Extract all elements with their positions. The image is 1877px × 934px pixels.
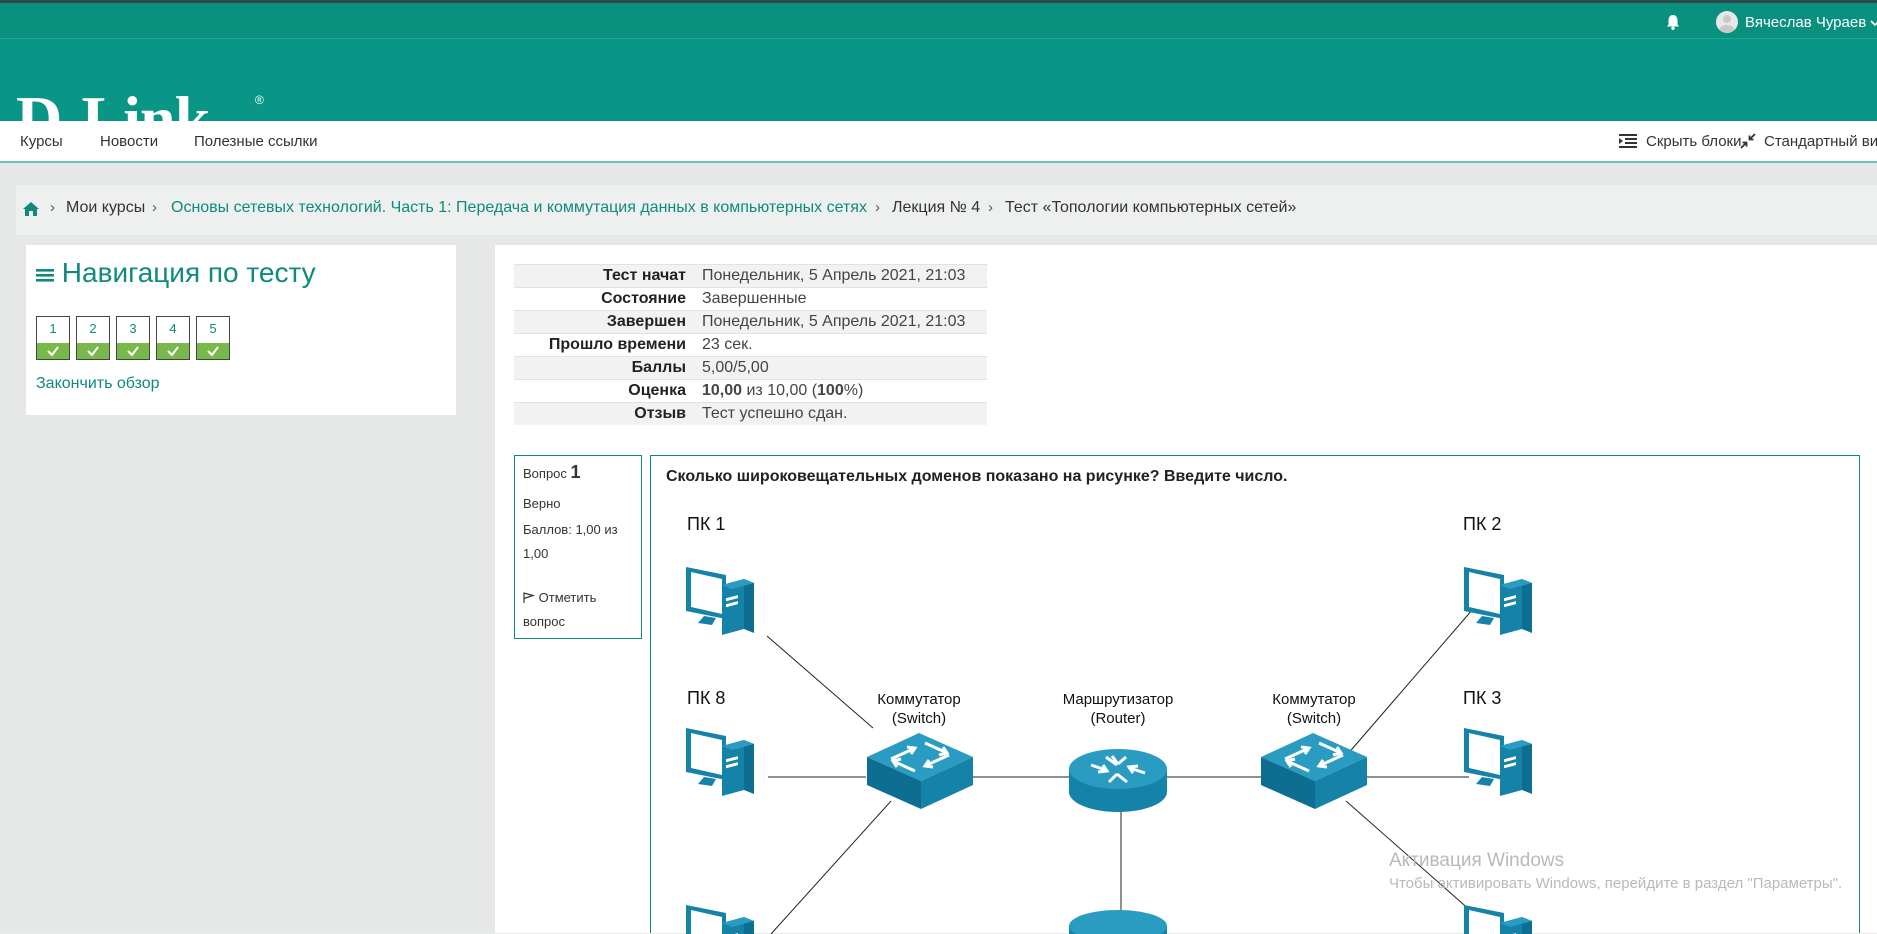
router-name: Маршрутизатор bbox=[1062, 691, 1174, 708]
summary-value: 5,00/5,00 bbox=[694, 356, 987, 380]
breadcrumb-separator: › bbox=[152, 199, 157, 216]
logo-bar: D-Link ® bbox=[0, 38, 1877, 151]
pc2-label: ПК 2 bbox=[1463, 514, 1502, 534]
user-bar: Вячеслав Чураев bbox=[0, 3, 1877, 38]
windows-activation-title: Активация Windows bbox=[1389, 850, 1565, 871]
hide-blocks-icon[interactable] bbox=[1619, 133, 1637, 149]
summary-row: Завершен Понедельник, 5 Апрель 2021, 21:0… bbox=[514, 310, 987, 334]
finish-review-link[interactable]: Закончить обзор bbox=[36, 375, 160, 393]
user-menu[interactable]: Вячеслав Чураев bbox=[1745, 14, 1877, 31]
summary-label: Оценка bbox=[514, 379, 694, 403]
correct-check-icon bbox=[77, 343, 109, 359]
summary-value: 23 сек. bbox=[694, 333, 987, 357]
grade-of: из 10,00 ( bbox=[742, 382, 818, 399]
compress-icon[interactable] bbox=[1740, 133, 1756, 149]
breadcrumb-separator: › bbox=[50, 199, 55, 216]
switch-right-name: Коммутатор bbox=[1272, 691, 1356, 708]
summary-value: Понедельник, 5 Апрель 2021, 21:03 bbox=[694, 310, 987, 334]
switch-right-type: (Switch) bbox=[1286, 710, 1342, 727]
quiz-nav-question-2[interactable]: 2 bbox=[76, 316, 110, 360]
summary-row: Оценка 10,00 из 10,00 (100%) bbox=[514, 379, 987, 403]
question-number: 3 bbox=[129, 321, 137, 336]
breadcrumb: › Мои курсы › Основы сетевых технологий.… bbox=[16, 185, 1877, 235]
bell-icon[interactable] bbox=[1664, 13, 1682, 31]
windows-activation-text: Чтобы активировать Windows, перейдите в … bbox=[1389, 875, 1843, 892]
quiz-nav-question-5[interactable]: 5 bbox=[196, 316, 230, 360]
chevron-down-icon bbox=[1870, 20, 1877, 27]
switch-left-label: Коммутатор (Switch) bbox=[859, 690, 979, 728]
summary-label: Состояние bbox=[514, 287, 694, 311]
breadcrumb-separator: › bbox=[875, 199, 880, 216]
flag-question[interactable]: Отметить вопрос bbox=[523, 586, 633, 634]
nav-item-courses[interactable]: Курсы bbox=[20, 133, 63, 150]
question-number: 1 bbox=[49, 321, 57, 336]
summary-row: Отзыв Тест успешно сдан. bbox=[514, 402, 987, 425]
breadcrumb-test[interactable]: Тест «Топологии компьютерных сетей» bbox=[1005, 199, 1296, 217]
pc1-label: ПК 1 bbox=[687, 514, 726, 534]
correct-check-icon bbox=[37, 343, 69, 359]
home-icon[interactable] bbox=[22, 201, 40, 217]
summary-row: Прошло времени 23 сек. bbox=[514, 333, 987, 357]
quiz-navigation-title-text: Навигация по тесту bbox=[61, 257, 316, 288]
router-bottom-icon bbox=[1069, 910, 1167, 934]
nav-item-news[interactable]: Новости bbox=[100, 133, 158, 150]
menu-icon bbox=[36, 269, 54, 282]
question-label: Вопрос bbox=[523, 466, 567, 481]
flag-icon bbox=[523, 592, 536, 603]
nav-item-useful-links[interactable]: Полезные ссылки bbox=[194, 133, 318, 150]
standard-view-button[interactable]: Стандартный вид bbox=[1764, 133, 1877, 150]
quiz-navigation-title: Навигация по тесту bbox=[36, 257, 316, 289]
question-number-line: Вопрос 1 bbox=[523, 462, 581, 483]
attempt-summary-table: Тест начат Понедельник, 5 Апрель 2021, 21… bbox=[514, 264, 987, 425]
question-info-box: Вопрос 1 Верно Баллов: 1,00 из 1,00 Отме… bbox=[514, 455, 642, 639]
switch-left-type: (Switch) bbox=[891, 710, 947, 727]
summary-row: Тест начат Понедельник, 5 Апрель 2021, 21… bbox=[514, 264, 987, 288]
breadcrumb-separator: › bbox=[988, 199, 993, 216]
switch-left-name: Коммутатор bbox=[877, 691, 961, 708]
correct-check-icon bbox=[197, 343, 229, 359]
hide-blocks-button[interactable]: Скрыть блоки bbox=[1646, 133, 1742, 150]
breadcrumb-my-courses[interactable]: Мои курсы bbox=[66, 199, 145, 217]
question-points: Баллов: 1,00 из 1,00 bbox=[523, 522, 618, 561]
summary-value: Понедельник, 5 Апрель 2021, 21:03 bbox=[694, 264, 987, 288]
question-number: 5 bbox=[209, 321, 217, 336]
grade-percent: 100 bbox=[817, 382, 844, 399]
summary-label: Прошло времени bbox=[514, 333, 694, 357]
summary-label: Завершен bbox=[514, 310, 694, 334]
main-nav: Курсы Новости Полезные ссылки Скрыть бло… bbox=[0, 121, 1877, 163]
correct-check-icon bbox=[157, 343, 189, 359]
question-number: 2 bbox=[89, 321, 97, 336]
router-type: (Router) bbox=[1090, 710, 1146, 727]
pc8-label: ПК 8 bbox=[687, 688, 726, 708]
summary-label: Тест начат bbox=[514, 264, 694, 288]
pc3-label: ПК 3 bbox=[1463, 688, 1502, 708]
grade-value: 10,00 bbox=[702, 382, 743, 399]
summary-label: Отзыв bbox=[514, 402, 694, 425]
router-icon bbox=[1069, 749, 1167, 812]
summary-row: Баллы 5,00/5,00 bbox=[514, 356, 987, 380]
breadcrumb-course[interactable]: Основы сетевых технологий. Часть 1: Пере… bbox=[171, 199, 867, 217]
router-label: Маршрутизатор (Router) bbox=[1048, 690, 1188, 728]
question-number: 4 bbox=[169, 321, 177, 336]
question-number: 1 bbox=[570, 462, 581, 482]
question-status: Верно bbox=[523, 496, 561, 511]
summary-value: Тест успешно сдан. bbox=[694, 402, 987, 425]
summary-row: Состояние Завершенные bbox=[514, 287, 987, 311]
quiz-nav-question-3[interactable]: 3 bbox=[116, 316, 150, 360]
quiz-navigation-block: Навигация по тесту 1 2 3 4 5 Закончить о… bbox=[26, 245, 456, 415]
summary-label: Баллы bbox=[514, 356, 694, 380]
switch-right-label: Коммутатор (Switch) bbox=[1254, 690, 1374, 728]
avatar[interactable] bbox=[1716, 11, 1738, 33]
quiz-nav-question-4[interactable]: 4 bbox=[156, 316, 190, 360]
grade-end: %) bbox=[843, 382, 864, 399]
summary-value: Завершенные bbox=[694, 287, 987, 311]
quiz-nav-question-1[interactable]: 1 bbox=[36, 316, 70, 360]
summary-value: 10,00 из 10,00 (100%) bbox=[694, 379, 987, 403]
correct-check-icon bbox=[117, 343, 149, 359]
question-content: Сколько широковещательных доменов показа… bbox=[650, 455, 1860, 934]
breadcrumb-lecture[interactable]: Лекция № 4 bbox=[892, 199, 980, 217]
user-name: Вячеслав Чураев bbox=[1745, 14, 1867, 31]
logo-registered-mark: ® bbox=[255, 93, 264, 107]
